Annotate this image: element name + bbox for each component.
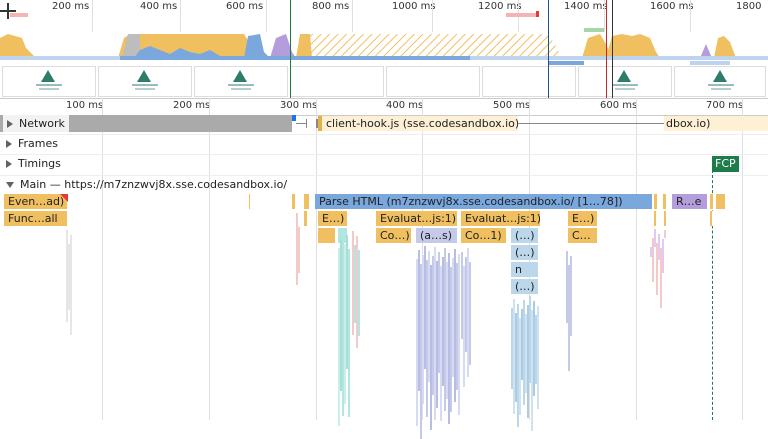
overview-tick-label: 200 ms [52,1,90,12]
screenshot-thumbnail[interactable] [2,66,96,97]
overview-tick-label: 1600 ms [650,1,694,12]
flame-compile-block[interactable]: C… [568,228,598,243]
track-label: Network [19,117,65,130]
flame-event-block[interactable]: Even…ad) [4,194,68,209]
flame-evaluate-block[interactable]: E…) [568,211,598,226]
overview-tick-label: 1000 ms [392,1,436,12]
time-ruler: 100 ms 200 ms 300 ms 400 ms 500 ms 600 ms 700 … [0,98,768,116]
ruler-tick-label: 200 ms [173,100,211,111]
ruler-tick-label: 400 ms [386,100,424,111]
network-request-label: dbox.io) [666,117,711,130]
frames-track-header[interactable]: Frames [6,137,58,150]
flame-parse-html-block[interactable]: Parse HTML (m7znzwvj8x.sse.codesandbox.i… [315,194,653,209]
ruler-tick-label: 600 ms [600,100,638,111]
network-request-bar[interactable]: client-hook.js (sse.codesandbox.io) [318,116,518,131]
track-label: Timings [18,157,61,170]
screenshot-thumbnail[interactable] [578,66,672,97]
overview-tick-label: 400 ms [140,1,178,12]
network-request-label: client-hook.js (sse.codesandbox.io) [326,117,518,130]
flame-anonymous-block[interactable]: (…) [511,279,539,294]
expand-arrow-icon[interactable] [6,160,12,168]
timings-track[interactable]: Timings FCP [0,154,768,175]
ruler-tick-label: 300 ms [280,100,318,111]
ruler-tick-label: 500 ms [493,100,531,111]
fcp-marker[interactable]: FCP [712,156,739,172]
flame-function-block[interactable]: n [511,262,539,277]
screenshot-thumbnail[interactable] [98,66,192,97]
expand-arrow-icon[interactable] [6,140,12,148]
flame-evaluate-block[interactable]: Evaluat…js:1) [461,211,541,226]
ruler-tick-label: 100 ms [66,100,104,111]
fcp-label: FCP [715,157,736,170]
collapse-arrow-icon[interactable] [6,182,14,188]
network-request-bar[interactable]: dbox.io) [664,116,768,131]
main-thread-track[interactable]: Main — https://m7znzwvj8x.sse.codesandbo… [0,175,768,194]
main-track-header[interactable]: Main — https://m7znzwvj8x.sse.codesandbo… [6,178,287,191]
flame-recalc-block[interactable]: R…e [672,194,708,209]
overview-tick-label: 600 ms [226,1,264,12]
selection-start-handle[interactable] [290,0,291,98]
network-track[interactable]: client-hook.js (sse.codesandbox.io) dbox… [0,115,768,133]
screenshot-thumbnail[interactable] [482,66,576,97]
long-task-marker [10,13,28,17]
timings-track-header[interactable]: Timings [6,157,61,170]
flame-anonymous-block[interactable]: (…) [511,228,539,243]
flame-anonymous-block[interactable]: (a…s) [416,228,458,243]
track-label: Frames [18,137,59,150]
overview-pane[interactable]: 200 ms 400 ms 600 ms 800 ms 1000 ms 1200 ms 14… [0,0,768,98]
ruler-tick-label: 700 ms [706,100,744,111]
flame-anonymous-block[interactable]: (…) [511,245,539,260]
long-task-flag-icon [60,194,68,202]
selection-end-handle[interactable] [612,0,613,98]
overview-tick-label: 1400 ms [564,1,608,12]
screenshot-thumbnail[interactable] [290,66,384,97]
overview-tick-label: 1800 [736,1,762,12]
cpu-activity-chart [0,34,736,58]
track-label: Main — https://m7znzwvj8x.sse.codesandbo… [20,178,288,191]
screenshot-thumbnail[interactable] [674,66,766,97]
network-track-header[interactable]: Network [3,115,69,132]
flame-evaluate-block[interactable]: E…) [318,211,348,226]
screenshot-thumbnail[interactable] [386,66,480,97]
overview-tick-label: 1200 ms [478,1,522,12]
flame-compile-block[interactable]: Co…1) [461,228,507,243]
overview-tick-label: 800 ms [312,1,350,12]
flame-chart[interactable]: Even…ad) Parse HTML (m7znzwvj8x.sse.code… [0,193,768,439]
long-task-marker [506,13,536,17]
flame-function-call-block[interactable]: Func…all [4,211,68,226]
expand-arrow-icon[interactable] [7,120,13,128]
frames-track[interactable]: Frames [0,134,768,155]
screenshot-thumbnail[interactable] [194,66,288,97]
flame-evaluate-block[interactable]: Evaluat…js:1) [376,211,458,226]
flame-compile-block[interactable]: Co…) [376,228,412,243]
